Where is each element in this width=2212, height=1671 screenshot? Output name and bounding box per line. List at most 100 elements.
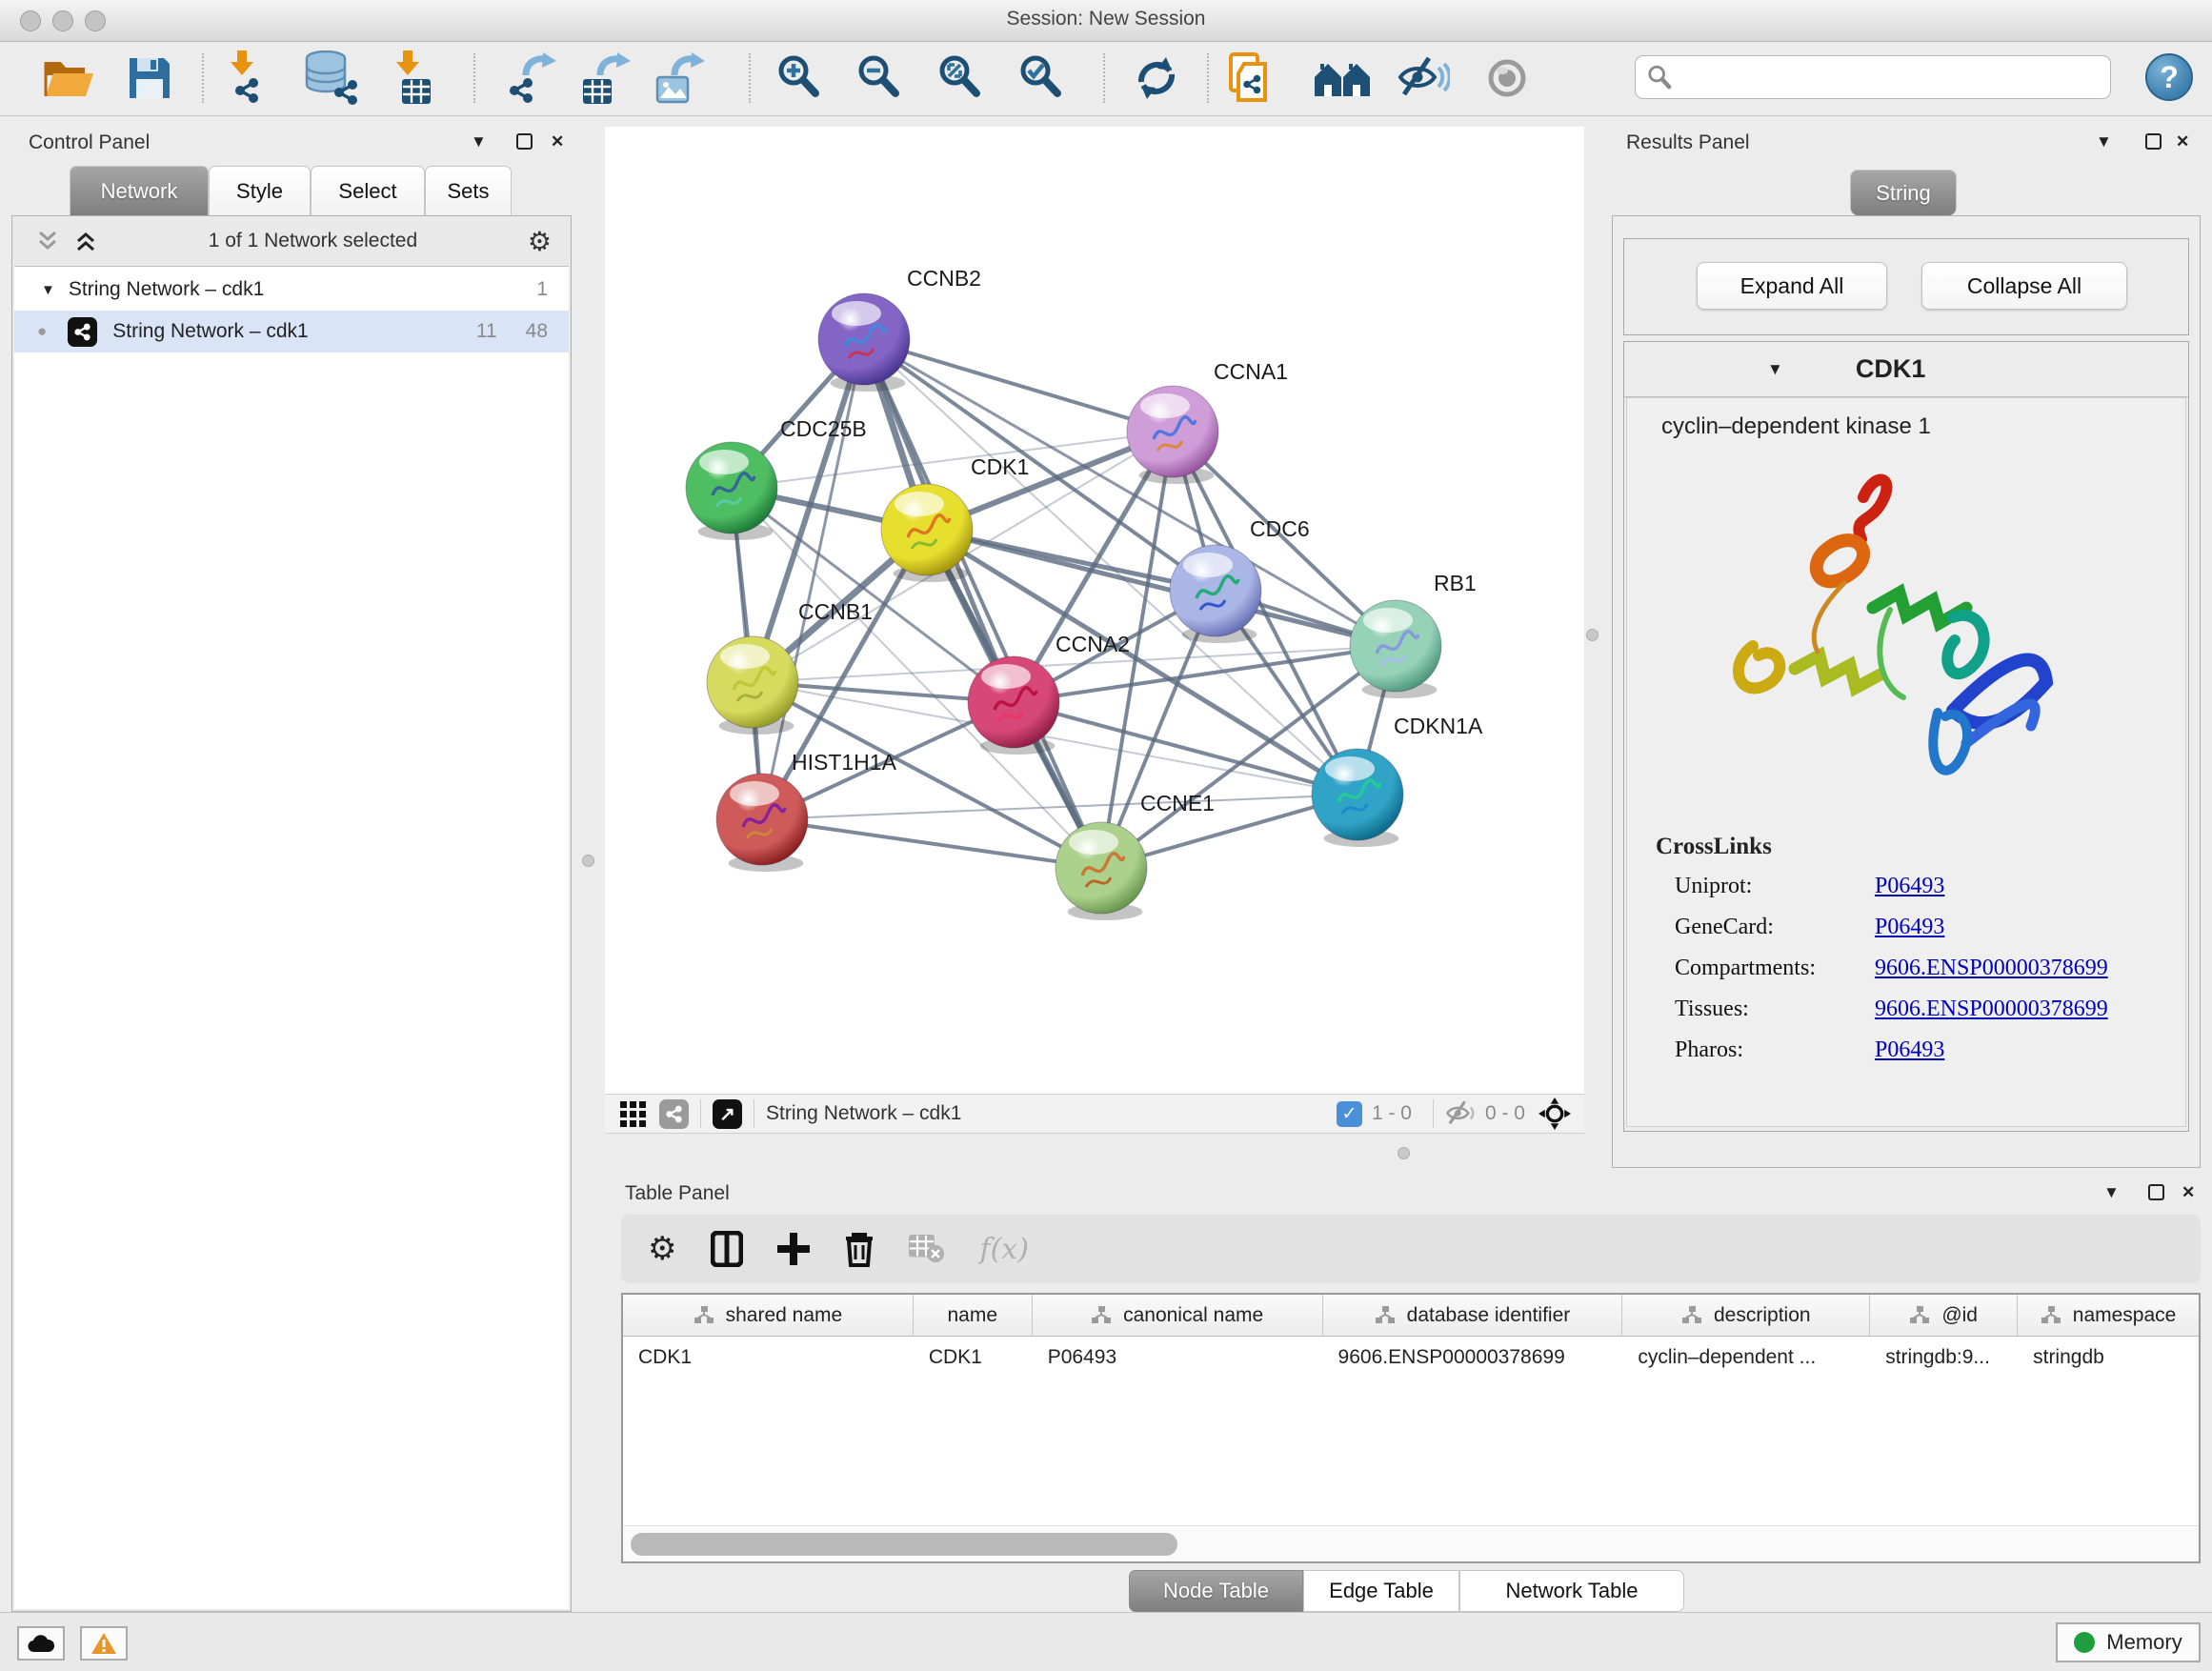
tab-select[interactable]: Select	[311, 166, 425, 215]
splitter-handle[interactable]	[1398, 1147, 1410, 1159]
network-edge[interactable]	[762, 339, 864, 819]
help-button[interactable]: ?	[2145, 53, 2193, 101]
expand-all-icon[interactable]	[73, 229, 98, 253]
grid-view-icon[interactable]	[620, 1101, 646, 1127]
network-badge-icon[interactable]	[659, 1099, 689, 1129]
crosslink-label: Compartments:	[1675, 956, 1875, 981]
column-header[interactable]: @id	[1870, 1295, 2018, 1336]
panel-close-icon[interactable]: ✕	[2176, 133, 2189, 150]
show-columns-icon[interactable]	[711, 1231, 743, 1267]
tree-expand-icon[interactable]: ▼	[41, 282, 55, 298]
column-header[interactable]: description	[1622, 1295, 1870, 1336]
vertical-splitter-left[interactable]	[572, 124, 605, 1612]
network-edge[interactable]	[927, 530, 1396, 646]
selected-count: 1 - 0	[1372, 1102, 1412, 1125]
crosslink-value[interactable]: P06493	[1875, 915, 2185, 940]
expand-all-button[interactable]: Expand All	[1697, 262, 1887, 310]
import-table-icon[interactable]	[391, 50, 440, 107]
network-view-canvas[interactable]: CCNB2CCNA1CDC25BCDK1CDC6RB1CCNB1CCNA2CDK…	[605, 127, 1584, 1094]
zoom-selected-icon[interactable]	[1019, 50, 1065, 107]
table-panel: Table Panel ▼ ✕ ⚙ f(x) shared na	[605, 1167, 2212, 1612]
crosslink-value[interactable]: 9606.ENSP00000378699	[1875, 997, 2185, 1022]
tab-network-table[interactable]: Network Table	[1459, 1570, 1684, 1612]
hide-selected-icon[interactable]	[1397, 50, 1450, 107]
search-input[interactable]	[1672, 66, 2081, 90]
delete-table-icon-disabled	[909, 1235, 945, 1263]
tab-string[interactable]: String	[1850, 170, 1957, 215]
crosslink-value[interactable]: P06493	[1875, 1037, 2185, 1063]
selected-checkbox-icon[interactable]: ✓	[1337, 1101, 1362, 1127]
entry-header[interactable]: ▼ CDK1	[1624, 342, 2188, 397]
node-table: shared name name canonical name database…	[621, 1293, 2201, 1563]
birdseye-icon[interactable]	[1538, 1097, 1571, 1130]
network-node[interactable]: HIST1H1A	[716, 750, 897, 872]
network-node-label: CDC25B	[780, 416, 867, 441]
network-edge[interactable]	[1014, 702, 1357, 795]
panel-float-icon[interactable]	[516, 133, 533, 150]
refresh-icon[interactable]	[1132, 50, 1181, 107]
save-icon[interactable]	[126, 50, 173, 107]
export-image-icon[interactable]	[652, 50, 707, 107]
table-row[interactable]: CDK1 CDK1 P06493 9606.ENSP00000378699 cy…	[623, 1337, 2199, 1380]
memory-button[interactable]: Memory	[2056, 1622, 2201, 1662]
column-header[interactable]: canonical name	[1033, 1295, 1323, 1336]
tab-network[interactable]: Network	[70, 166, 209, 215]
network-node[interactable]: CDKN1A	[1312, 714, 1483, 847]
network-edge[interactable]	[864, 339, 1101, 868]
collapse-all-icon[interactable]	[35, 229, 60, 253]
panel-menu-icon[interactable]: ▼	[471, 133, 487, 150]
crosslink-value[interactable]: 9606.ENSP00000378699	[1875, 956, 2185, 981]
splitter-handle[interactable]	[582, 855, 594, 867]
table-settings-gear-icon[interactable]: ⚙	[648, 1230, 676, 1268]
network-node[interactable]: CDC6	[1170, 516, 1310, 643]
column-header[interactable]: name	[914, 1295, 1033, 1336]
panel-float-icon[interactable]	[2145, 133, 2162, 150]
export-table-icon[interactable]	[577, 50, 633, 107]
column-header[interactable]: shared name	[623, 1295, 914, 1336]
show-all-icon[interactable]	[1484, 50, 1532, 107]
network-row-selected[interactable]: ● String Network – cdk1 11 48	[14, 311, 569, 352]
tab-edge-table[interactable]: Edge Table	[1303, 1570, 1459, 1612]
add-column-icon[interactable]	[777, 1233, 810, 1265]
column-header[interactable]: database identifier	[1323, 1295, 1623, 1336]
tab-style[interactable]: Style	[209, 166, 311, 215]
network-edge[interactable]	[762, 819, 1101, 868]
export-network-icon[interactable]	[503, 50, 558, 107]
open-folder-icon[interactable]	[42, 50, 95, 107]
scrollbar-thumb[interactable]	[631, 1533, 1177, 1556]
panel-close-icon[interactable]: ✕	[2182, 1184, 2195, 1200]
network-edge[interactable]	[864, 339, 1173, 432]
panel-float-icon[interactable]	[2148, 1184, 2164, 1200]
crosslinks-title: CrossLinks	[1627, 824, 2185, 860]
network-node[interactable]: CDK1	[881, 454, 1029, 582]
duplicate-network-icon[interactable]	[1227, 50, 1278, 107]
gear-icon[interactable]: ⚙	[528, 226, 552, 257]
search-field[interactable]	[1635, 55, 2111, 99]
warning-button[interactable]	[80, 1626, 128, 1661]
column-header[interactable]: namespace	[2018, 1295, 2199, 1336]
panel-close-icon[interactable]: ✕	[551, 133, 564, 150]
home-icon[interactable]	[1313, 50, 1372, 107]
delete-column-icon[interactable]	[844, 1231, 875, 1267]
import-network-icon[interactable]	[223, 50, 276, 107]
cloud-button[interactable]	[17, 1626, 65, 1661]
panel-menu-icon[interactable]: ▼	[2103, 1184, 2120, 1200]
tab-node-table[interactable]: Node Table	[1129, 1570, 1303, 1612]
zoom-in-icon[interactable]	[777, 50, 823, 107]
network-edge[interactable]	[762, 795, 1357, 819]
horizontal-scrollbar[interactable]	[623, 1525, 2199, 1561]
detach-view-icon[interactable]: ↗	[713, 1099, 742, 1129]
tab-sets[interactable]: Sets	[425, 166, 512, 215]
import-database-icon[interactable]	[303, 50, 362, 107]
zoom-out-icon[interactable]	[857, 50, 903, 107]
network-node[interactable]: RB1	[1350, 571, 1477, 698]
crosslink-value[interactable]: P06493	[1875, 874, 2185, 899]
network-collection-row[interactable]: ▼ String Network – cdk1 1	[14, 269, 569, 311]
splitter-handle[interactable]	[1586, 629, 1599, 641]
network-node[interactable]: CCNE1	[1056, 791, 1215, 920]
collapse-all-button[interactable]: Collapse All	[1921, 262, 2127, 310]
entry-collapse-icon[interactable]: ▼	[1767, 360, 1783, 379]
results-panel-title: Results Panel	[1626, 131, 1750, 154]
zoom-fit-icon[interactable]	[938, 50, 984, 107]
panel-menu-icon[interactable]: ▼	[2096, 133, 2112, 150]
